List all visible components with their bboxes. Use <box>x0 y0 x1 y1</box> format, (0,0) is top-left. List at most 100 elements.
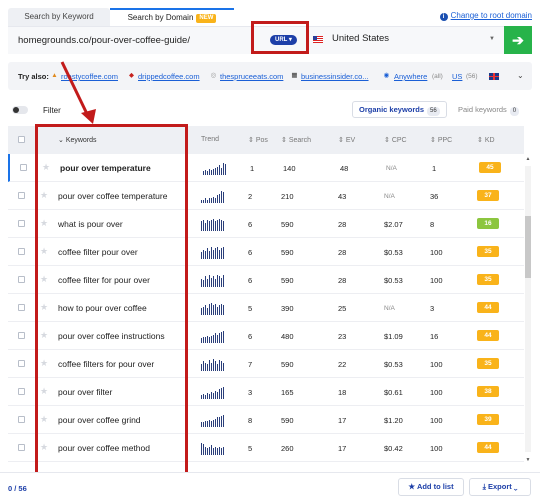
table-row[interactable]: ★ coffee filters for pour over 7 590 22 $0.53… <box>8 350 524 378</box>
search-go-button[interactable]: ➔ <box>504 26 532 54</box>
star-icon[interactable]: ★ <box>40 190 48 201</box>
table-row[interactable]: ★ <box>8 462 524 465</box>
keyword-cell[interactable]: pour over coffee instructions <box>58 331 165 341</box>
column-ev[interactable]: ⇕ EV <box>338 136 355 144</box>
try-also-site[interactable]: thespruceeats.com <box>220 72 283 81</box>
row-checkbox[interactable] <box>20 164 27 171</box>
star-icon[interactable]: ★ <box>40 246 48 257</box>
scroll-up-icon[interactable]: ▲ <box>524 156 532 162</box>
trend-bar <box>209 198 210 203</box>
trend-bar <box>215 419 216 427</box>
star-icon[interactable]: ★ <box>40 274 48 285</box>
star-icon[interactable]: ★ <box>40 218 48 229</box>
trend-bar <box>213 420 214 427</box>
trend-bar <box>217 275 218 287</box>
try-also-location[interactable]: Anywhere <box>394 72 427 81</box>
table-row[interactable]: ★ coffee filter for pour over 6 590 28 $0.53 1… <box>8 266 524 294</box>
star-icon[interactable]: ★ <box>40 302 48 313</box>
column-kd[interactable]: ⇕ KD <box>477 136 495 144</box>
trend-bar <box>217 307 218 315</box>
star-icon[interactable]: ★ <box>40 330 48 341</box>
trend-bar <box>211 170 212 175</box>
keyword-cell[interactable]: pour over temperature <box>60 163 151 173</box>
try-also-site[interactable]: drippedcoffee.com <box>138 72 200 81</box>
keyword-cell[interactable]: coffee filter pour over <box>58 247 138 257</box>
domain-input[interactable]: homegrounds.co/pour-over-coffee-guide/ <box>18 35 190 46</box>
try-also-site[interactable]: businessinsider.co... <box>301 72 369 81</box>
table-row[interactable]: ★ pour over coffee temperature 2 210 43 N/A 36… <box>8 182 524 210</box>
row-checkbox[interactable] <box>18 276 25 283</box>
keyword-cell[interactable]: what is pour over <box>58 219 123 229</box>
trend-bar <box>211 445 212 455</box>
column-ppc[interactable]: ⇕ PPC <box>430 136 452 144</box>
trend-bar <box>203 280 204 287</box>
star-icon[interactable]: ★ <box>40 414 48 425</box>
row-checkbox[interactable] <box>18 416 25 423</box>
country-select[interactable]: United States <box>332 33 389 44</box>
row-checkbox[interactable] <box>18 220 25 227</box>
tab-search-by-keyword[interactable]: Search by Keyword <box>8 8 110 26</box>
keyword-cell[interactable]: pour over coffee method <box>58 443 150 453</box>
tab-paid-keywords[interactable]: Paid keywords 0 <box>452 101 525 118</box>
row-checkbox[interactable] <box>18 304 25 311</box>
column-keywords[interactable]: ⌄ Keywords <box>58 136 97 144</box>
table-row[interactable]: ★ pour over filter 3 165 18 $0.61 100 38 <box>8 378 524 406</box>
select-all-checkbox[interactable] <box>18 136 25 143</box>
pos-cell: 2 <box>248 192 253 201</box>
keyword-cell[interactable]: pour over filter <box>58 387 112 397</box>
star-icon[interactable]: ★ <box>40 386 48 397</box>
tab-organic-keywords[interactable]: Organic keywords 56 <box>352 101 447 118</box>
trend-bar <box>223 163 224 175</box>
scroll-down-icon[interactable]: ▼ <box>524 457 532 463</box>
row-checkbox[interactable] <box>18 248 25 255</box>
column-cpc[interactable]: ⇕ CPC <box>384 136 407 144</box>
trend-bar <box>217 364 218 371</box>
row-checkbox[interactable] <box>18 388 25 395</box>
scroll-thumb[interactable] <box>525 216 531 278</box>
row-checkbox[interactable] <box>18 360 25 367</box>
keyword-cell[interactable]: pour over coffee temperature <box>58 191 167 201</box>
table-row[interactable]: ★ pour over temperature 1 140 48 N/A 1 45 <box>8 154 524 182</box>
change-to-root-domain-link[interactable]: i Change to root domain <box>439 11 532 21</box>
add-to-list-button[interactable]: ★ Add to list <box>398 478 464 496</box>
pos-cell: 1 <box>250 164 255 173</box>
trend-bar <box>211 198 212 203</box>
table-row[interactable]: ★ what is pour over 6 590 28 $2.07 8 16 <box>8 210 524 238</box>
table-row[interactable]: ★ pour over coffee method 5 260 17 $0.42 100 44 <box>8 434 524 462</box>
star-icon[interactable]: ★ <box>40 442 48 453</box>
try-also-site[interactable]: roastycoffee.com <box>61 72 118 81</box>
scroll-track[interactable] <box>525 166 531 452</box>
chevron-down-icon[interactable]: ▼ <box>489 36 495 42</box>
row-checkbox[interactable] <box>18 444 25 451</box>
pos-cell: 8 <box>248 416 253 425</box>
table-row[interactable]: ★ how to pour over coffee 5 390 25 N/A 3 44 <box>8 294 524 322</box>
column-pos[interactable]: ⇕ Pos <box>248 136 268 144</box>
trend-bar <box>217 392 218 399</box>
table-row[interactable]: ★ pour over coffee instructions 6 480 23 $1.0… <box>8 322 524 350</box>
trend-bar <box>221 448 222 455</box>
table-row[interactable]: ★ pour over coffee grind 8 590 17 $1.20 100 39 <box>8 406 524 434</box>
filter-label[interactable]: Filter <box>43 106 61 115</box>
trend-bar <box>213 219 214 231</box>
trend-sparkline <box>201 331 227 343</box>
keyword-cell[interactable]: how to pour over coffee <box>58 303 147 313</box>
export-button[interactable]: ⤓ Export ⌄ <box>469 478 531 496</box>
keyword-cell[interactable]: pour over coffee grind <box>58 415 141 425</box>
table-scrollbar[interactable]: ▲ ▼ <box>524 154 532 465</box>
column-search[interactable]: ⇕ Search <box>281 136 311 144</box>
try-also-country[interactable]: US <box>452 72 462 81</box>
trend-bar <box>203 200 204 203</box>
row-checkbox[interactable] <box>18 192 25 199</box>
search-cell: 210 <box>281 192 294 201</box>
keyword-cell[interactable]: coffee filters for pour over <box>58 359 154 369</box>
chevron-down-icon[interactable]: ⌄ <box>517 71 524 80</box>
keyword-cell[interactable]: coffee filter for pour over <box>58 275 150 285</box>
filter-toggle[interactable] <box>12 106 28 114</box>
uk-flag-icon[interactable] <box>489 73 499 80</box>
tab-search-by-domain[interactable]: Search by Domain NEW <box>110 8 234 26</box>
table-row[interactable]: ★ coffee filter pour over 6 590 28 $0.53 100 35 <box>8 238 524 266</box>
row-checkbox[interactable] <box>18 332 25 339</box>
star-icon[interactable]: ★ <box>40 358 48 369</box>
table-header: ⌄ Keywords Trend ⇕ Pos ⇕ Search ⇕ EV ⇕ C… <box>8 126 524 154</box>
star-icon[interactable]: ★ <box>42 162 50 173</box>
